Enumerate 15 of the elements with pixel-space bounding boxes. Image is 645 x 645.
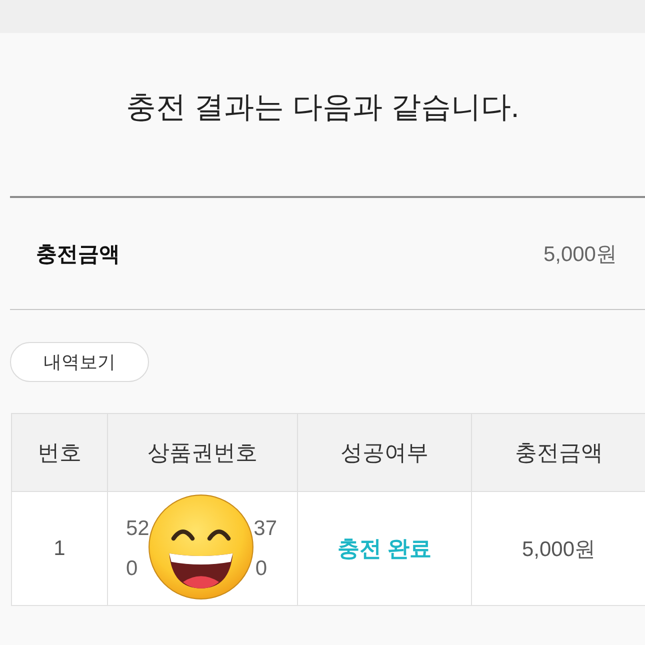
table-cell: 1: [12, 492, 108, 606]
summary-value: 5,000원: [543, 242, 617, 268]
column-header: 번호: [12, 414, 108, 492]
voucher-number-fragment: 0: [126, 556, 138, 582]
status-cell: 충전 완료: [298, 492, 472, 606]
history-button[interactable]: 내역보기: [10, 342, 149, 382]
column-header: 상품권번호: [108, 414, 298, 492]
voucher-number-fragment: 52: [126, 516, 150, 542]
summary-label: 충전금액: [36, 242, 120, 268]
voucher-number-fragment: 0: [255, 556, 267, 582]
table-cell: 5,000원: [472, 492, 645, 606]
column-header: 성공여부: [298, 414, 472, 492]
voucher-number-fragment: 37: [254, 516, 277, 542]
column-header: 충전금액: [472, 414, 645, 492]
page-title: 충전 결과는 다음과 같습니다.: [126, 90, 520, 126]
